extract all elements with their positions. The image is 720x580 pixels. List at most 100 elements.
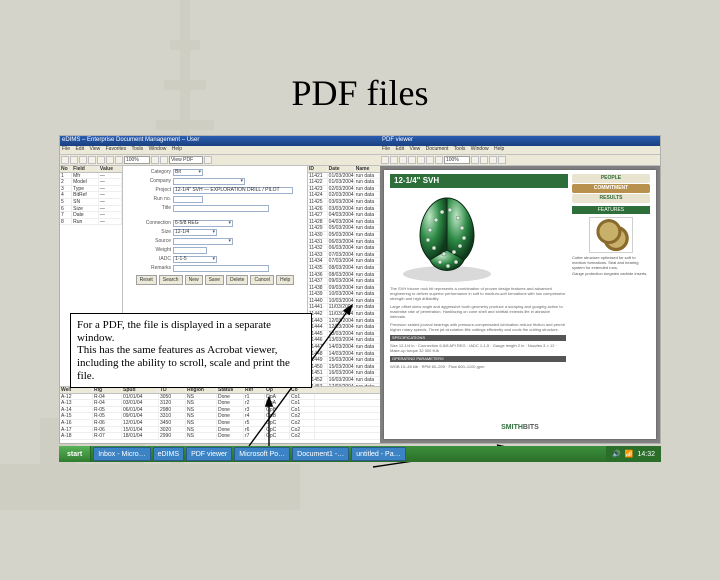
- table-row[interactable]: 1144412/03/2004run data: [308, 324, 380, 331]
- menu-item[interactable]: Tools: [131, 146, 143, 152]
- tb-zoomout-icon[interactable]: [160, 156, 168, 164]
- form-button[interactable]: Cancel: [250, 275, 274, 285]
- pdf-zoomout-icon[interactable]: [435, 156, 443, 164]
- results-grid[interactable]: IDDateName1142101/03/2004run data1142201…: [307, 166, 380, 386]
- category-select[interactable]: Bit: [173, 169, 203, 176]
- pdf-print-icon[interactable]: [399, 156, 407, 164]
- tb-viewpdf-button[interactable]: View PDF: [169, 156, 203, 164]
- taskbar-item[interactable]: eDIMS: [153, 447, 184, 461]
- pdf-open-icon[interactable]: [381, 156, 389, 164]
- pdf-toolbar[interactable]: 100%: [380, 155, 660, 166]
- table-row[interactable]: 1143910/03/2004run data: [308, 291, 380, 298]
- menu-item[interactable]: Window: [149, 146, 167, 152]
- start-button[interactable]: start: [59, 446, 91, 462]
- table-row[interactable]: 1142201/03/2004run data: [308, 179, 380, 186]
- menu-item[interactable]: View: [409, 146, 420, 152]
- app-menubar[interactable]: File Edit View Favorites Tools Window He…: [60, 146, 380, 155]
- table-row[interactable]: A-16R-0612/01/043450NSDoner5OpCCo2: [60, 420, 380, 427]
- tb-paste-icon[interactable]: [115, 156, 123, 164]
- table-row[interactable]: 1143709/03/2004run data: [308, 278, 380, 285]
- summary-grid[interactable]: WellRigSpudTDRegionStatusRefOpCoA-12R-04…: [60, 386, 380, 443]
- table-row[interactable]: 1142804/03/2004run data: [308, 219, 380, 226]
- tb-save-icon[interactable]: [79, 156, 87, 164]
- tray-clock[interactable]: 14:32: [637, 451, 655, 458]
- table-row[interactable]: 1143508/03/2004run data: [308, 265, 380, 272]
- table-row[interactable]: 1142302/03/2004run data: [308, 186, 380, 193]
- table-row[interactable]: 5SN—: [60, 199, 122, 206]
- connection-select[interactable]: 6-5/8 REG: [173, 220, 233, 227]
- table-row[interactable]: 6Size—: [60, 206, 122, 213]
- table-row[interactable]: 1Mfr—: [60, 173, 122, 180]
- menu-item[interactable]: File: [382, 146, 390, 152]
- table-row[interactable]: 1143005/03/2004run data: [308, 232, 380, 239]
- form-button[interactable]: Reset: [136, 275, 157, 285]
- pdf-lastpage-icon[interactable]: [498, 156, 506, 164]
- table-row[interactable]: 1143407/03/2004run data: [308, 258, 380, 265]
- table-row[interactable]: 1144714/03/2004run data: [308, 344, 380, 351]
- pdf-titlebar[interactable]: PDF viewer: [380, 136, 660, 146]
- pdf-zoomin-icon[interactable]: [426, 156, 434, 164]
- taskbar-item[interactable]: untitled - Pa…: [351, 447, 405, 461]
- table-row[interactable]: 1145216/03/2004run data: [308, 377, 380, 384]
- table-row[interactable]: 4BitRef—: [60, 192, 122, 199]
- title-input[interactable]: [173, 205, 269, 212]
- menu-item[interactable]: Help: [172, 146, 182, 152]
- form-button[interactable]: Delete: [226, 275, 248, 285]
- menu-item[interactable]: Favorites: [106, 146, 127, 152]
- form-button[interactable]: Search: [159, 275, 183, 285]
- table-row[interactable]: 1144312/03/2004run data: [308, 318, 380, 325]
- source-select[interactable]: [173, 238, 233, 245]
- weight-input[interactable]: [173, 247, 207, 254]
- table-row[interactable]: 1143809/03/2004run data: [308, 285, 380, 292]
- table-row[interactable]: 1143106/03/2004run data: [308, 239, 380, 246]
- table-row[interactable]: 1142101/03/2004run data: [308, 173, 380, 180]
- pdf-save-icon[interactable]: [390, 156, 398, 164]
- table-row[interactable]: 1144814/03/2004run data: [308, 351, 380, 358]
- pdf-firstpage-icon[interactable]: [471, 156, 479, 164]
- system-tray[interactable]: 🔊 📶 14:32: [606, 446, 661, 462]
- menu-item[interactable]: Tools: [454, 146, 466, 152]
- app-titlebar[interactable]: eDIMS – Enterprise Document Management –…: [60, 136, 380, 146]
- tray-network-icon[interactable]: 📶: [625, 450, 634, 458]
- menu-item[interactable]: Edit: [75, 146, 84, 152]
- table-row[interactable]: 1143206/03/2004run data: [308, 245, 380, 252]
- taskbar[interactable]: start Inbox - Micro…eDIMSPDF viewerMicro…: [59, 446, 661, 462]
- table-row[interactable]: 1143307/03/2004run data: [308, 252, 380, 259]
- taskbar-item[interactable]: Inbox - Micro…: [93, 447, 150, 461]
- pdf-prevpage-icon[interactable]: [480, 156, 488, 164]
- table-row[interactable]: 1145015/03/2004run data: [308, 364, 380, 371]
- pdf-nextpage-icon[interactable]: [489, 156, 497, 164]
- table-row[interactable]: A-13R-0403/01/043120NSDoner2OpACo1: [60, 400, 380, 407]
- table-row[interactable]: 3Type—: [60, 186, 122, 193]
- menu-item[interactable]: File: [62, 146, 70, 152]
- table-row[interactable]: 1143608/03/2004run data: [308, 272, 380, 279]
- table-row[interactable]: 1142503/03/2004run data: [308, 199, 380, 206]
- tb-print-icon[interactable]: [88, 156, 96, 164]
- pdf-menubar[interactable]: File Edit View Document Tools Window Hel…: [380, 146, 660, 155]
- project-input[interactable]: 12-1/4" SVH — EXPLORATION DRILL / PILOT: [173, 187, 293, 194]
- table-row[interactable]: 1142905/03/2004run data: [308, 225, 380, 232]
- pdf-zoom-field[interactable]: 100%: [444, 156, 470, 164]
- iadc-select[interactable]: 1-1-5: [173, 256, 217, 263]
- table-row[interactable]: 1144513/03/2004run data: [308, 331, 380, 338]
- app-toolbar[interactable]: 100% View PDF: [60, 155, 380, 166]
- tb-scale-field[interactable]: 100%: [124, 156, 150, 164]
- tb-zoomin-icon[interactable]: [151, 156, 159, 164]
- menu-item[interactable]: Help: [494, 146, 504, 152]
- tb-new-icon[interactable]: [61, 156, 69, 164]
- remarks-input[interactable]: [173, 265, 269, 272]
- runno-input[interactable]: [173, 196, 203, 203]
- table-row[interactable]: 1142603/03/2004run data: [308, 206, 380, 213]
- table-row[interactable]: 1144111/03/2004run data: [308, 304, 380, 311]
- table-row[interactable]: 1145116/03/2004run data: [308, 370, 380, 377]
- table-row[interactable]: 1144211/03/2004run data: [308, 311, 380, 318]
- table-row[interactable]: A-17R-0615/01/043020NSDoner6OpCCo2: [60, 427, 380, 434]
- menu-item[interactable]: Edit: [395, 146, 404, 152]
- pdf-select-icon[interactable]: [417, 156, 425, 164]
- table-row[interactable]: 1142402/03/2004run data: [308, 192, 380, 199]
- table-row[interactable]: 7Date—: [60, 212, 122, 219]
- table-row[interactable]: A-14R-0506/01/042980NSDoner3OpBCo1: [60, 407, 380, 414]
- form-button[interactable]: Help: [276, 275, 294, 285]
- table-row[interactable]: 2Model—: [60, 179, 122, 186]
- tb-copy-icon[interactable]: [106, 156, 114, 164]
